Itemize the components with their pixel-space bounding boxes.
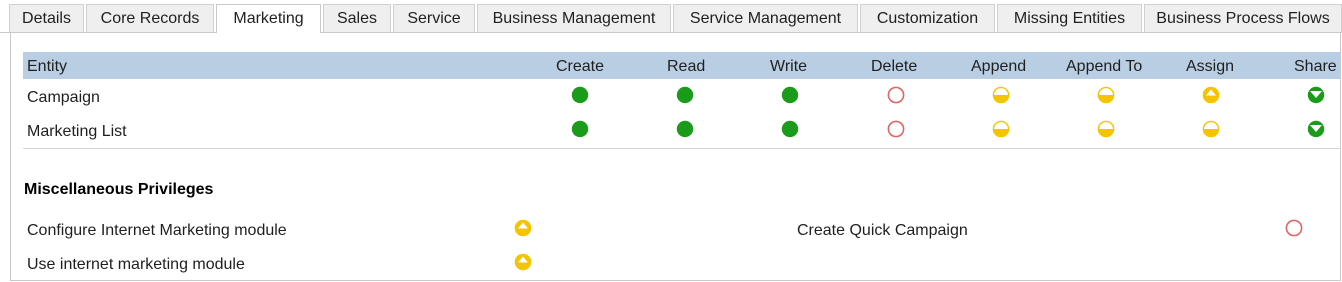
- privilege-read-organization-icon[interactable]: [676, 86, 694, 104]
- column-header-append[interactable]: Append: [971, 52, 1026, 79]
- tab-details[interactable]: Details: [9, 4, 84, 32]
- entity-name: Marketing List: [27, 123, 127, 140]
- misc-privilege-user-icon[interactable]: [514, 253, 532, 271]
- column-header-assign[interactable]: Assign: [1186, 52, 1234, 79]
- privilege-append-business-unit-icon[interactable]: [992, 120, 1010, 138]
- misc-privilege-label: Create Quick Campaign: [797, 222, 968, 239]
- privilege-write-organization-icon[interactable]: [781, 86, 799, 104]
- section-divider: [23, 148, 1341, 149]
- entity-name: Campaign: [27, 89, 100, 106]
- column-header-delete[interactable]: Delete: [871, 52, 917, 79]
- misc-privilege-label: Configure Internet Marketing module: [27, 222, 287, 239]
- privilege-grid-header: Entity Create Read Write Delete Append A…: [23, 52, 1341, 79]
- privilege-append-to-business-unit-icon[interactable]: [1097, 86, 1115, 104]
- misc-privileges-title: Miscellaneous Privileges: [24, 181, 214, 198]
- tab-customization[interactable]: Customization: [860, 4, 995, 32]
- column-header-read[interactable]: Read: [667, 52, 705, 79]
- privilege-append-to-business-unit-icon[interactable]: [1097, 120, 1115, 138]
- tab-sales[interactable]: Sales: [323, 4, 391, 32]
- privilege-assign-business-unit-icon[interactable]: [1202, 120, 1220, 138]
- tab-service-management[interactable]: Service Management: [673, 4, 858, 32]
- privilege-delete-none-icon[interactable]: [887, 86, 905, 104]
- privilege-share-parent-child-business-unit-icon[interactable]: [1307, 120, 1325, 138]
- column-header-entity[interactable]: Entity: [27, 52, 67, 79]
- misc-privilege-label: Use internet marketing module: [27, 256, 245, 273]
- privilege-assign-user-icon[interactable]: [1202, 86, 1220, 104]
- privilege-delete-none-icon[interactable]: [887, 120, 905, 138]
- column-header-append-to[interactable]: Append To: [1066, 52, 1142, 79]
- tab-missing-entities[interactable]: Missing Entities: [997, 4, 1142, 32]
- tab-marketing[interactable]: Marketing: [216, 4, 321, 33]
- privilege-append-business-unit-icon[interactable]: [992, 86, 1010, 104]
- misc-privilege-user-icon[interactable]: [514, 219, 532, 237]
- privilege-create-organization-icon[interactable]: [571, 86, 589, 104]
- column-header-create[interactable]: Create: [556, 52, 604, 79]
- column-header-write[interactable]: Write: [770, 52, 807, 79]
- tab-business-process-flows[interactable]: Business Process Flows: [1144, 4, 1342, 32]
- privilege-create-organization-icon[interactable]: [571, 120, 589, 138]
- misc-privilege-none-icon[interactable]: [1285, 219, 1303, 237]
- tab-bar: Details Core Records Marketing Sales Ser…: [0, 0, 1342, 33]
- tab-service[interactable]: Service: [393, 4, 475, 32]
- privilege-read-organization-icon[interactable]: [676, 120, 694, 138]
- privilege-write-organization-icon[interactable]: [781, 120, 799, 138]
- privilege-share-parent-child-business-unit-icon[interactable]: [1307, 86, 1325, 104]
- column-header-share[interactable]: Share: [1294, 52, 1337, 79]
- tab-business-management[interactable]: Business Management: [477, 4, 671, 32]
- tab-core-records[interactable]: Core Records: [86, 4, 214, 32]
